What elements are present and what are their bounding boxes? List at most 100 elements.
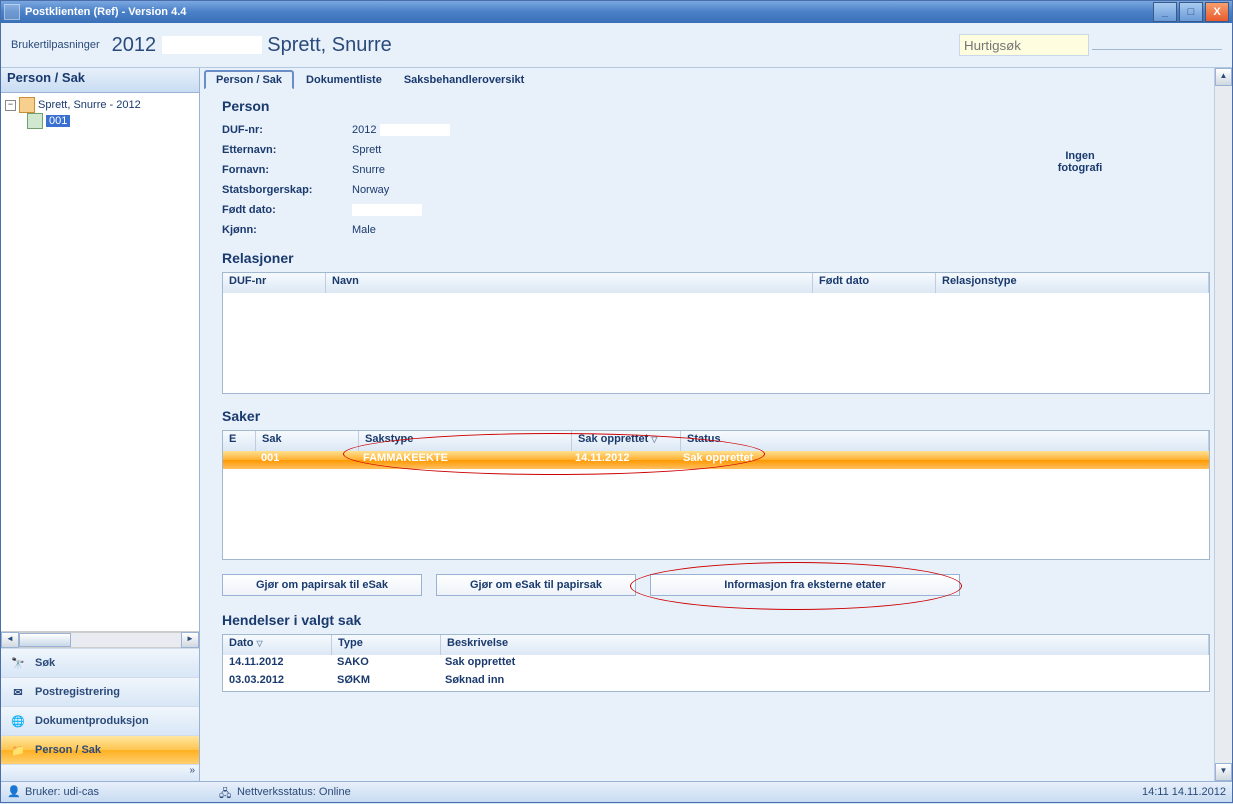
app-icon [4, 4, 20, 20]
sort-desc-icon: ▽ [651, 435, 657, 444]
page-title: 2012 Sprett, Snurre [112, 34, 959, 57]
col-type[interactable]: Type [332, 635, 441, 655]
network-icon: 🖧 [219, 785, 233, 799]
status-user: 👤 Bruker: udi-cas [7, 785, 99, 799]
photo-placeholder: Ingen fotografi [1020, 120, 1140, 240]
cell-sakstype: FAMMAKEEKTE [357, 451, 569, 469]
status-clock: 14:11 14.11.2012 [1142, 786, 1226, 798]
col-beskrivelse[interactable]: Beskrivelse [441, 635, 1209, 655]
cell-sak-opprettet: 14.11.2012 [569, 451, 677, 469]
collapse-icon[interactable]: − [5, 100, 16, 111]
section-title-hendelser: Hendelser i valgt sak [222, 612, 1210, 628]
cell-dato: 14.11.2012 [223, 655, 331, 673]
hendelser-table: Dato▽ Type Beskrivelse 14.11.2012 SAKO S… [222, 634, 1210, 692]
col-e[interactable]: E [223, 431, 256, 451]
scroll-thumb[interactable] [19, 633, 71, 647]
col-sak-opprettet[interactable]: Sak opprettet▽ [572, 431, 681, 451]
col-fodt-dato[interactable]: Født dato [813, 273, 936, 293]
nav-stack: 🔭 Søk ✉ Postregistrering 🌐 Dokumentprodu… [1, 648, 199, 781]
folder-search-icon: 📁 [9, 742, 27, 758]
title-bar[interactable]: Postklienten (Ref) - Version 4.4 _ □ X [1, 1, 1232, 23]
fornavn-label: Fornavn: [222, 160, 352, 180]
tab-person-sak[interactable]: Person / Sak [204, 70, 294, 89]
tab-dokumentliste[interactable]: Dokumentliste [296, 72, 392, 88]
nav-item-label: Dokumentproduksjon [35, 715, 149, 727]
window-title: Postklienten (Ref) - Version 4.4 [25, 6, 186, 18]
nav-item-postregistrering[interactable]: ✉ Postregistrering [1, 677, 199, 706]
tree-child-row[interactable]: 001 [5, 113, 195, 129]
title-year: 2012 [112, 34, 157, 56]
nav-item-dokumentproduksjon[interactable]: 🌐 Dokumentproduksjon [1, 706, 199, 735]
cell-beskrivelse: Søknad inn [439, 673, 1209, 691]
hendelser-row[interactable]: 03.03.2012 SØKM Søknad inn [223, 673, 1209, 691]
fornavn-value: Snurre [352, 160, 450, 180]
maximize-button[interactable]: □ [1179, 2, 1203, 22]
close-button[interactable]: X [1205, 2, 1229, 22]
nav-item-search[interactable]: 🔭 Søk [1, 648, 199, 677]
nav-item-label: Søk [35, 657, 55, 669]
fodt-label: Født dato: [222, 200, 352, 220]
user-settings-link[interactable]: Brukertilpasninger [11, 39, 100, 51]
sidebar: Person / Sak − Sprett, Snurre - 2012 001… [1, 68, 200, 781]
section-title-relasjoner: Relasjoner [222, 250, 1210, 266]
saker-table: E Sak Sakstype Sak opprettet▽ Status 001… [222, 430, 1210, 560]
tree-child-label: 001 [46, 115, 70, 127]
redacted-number [162, 36, 262, 54]
status-network-label: Nettverksstatus: Online [237, 786, 351, 798]
minimize-button[interactable]: _ [1153, 2, 1177, 22]
saker-row-selected[interactable]: 001 FAMMAKEEKTE 14.11.2012 Sak opprettet [223, 451, 1209, 469]
app-window: Postklienten (Ref) - Version 4.4 _ □ X B… [0, 0, 1233, 803]
etternavn-value: Sprett [352, 140, 450, 160]
quick-search-input[interactable] [959, 34, 1089, 56]
hendelser-body: 14.11.2012 SAKO Sak opprettet 03.03.2012… [223, 655, 1209, 691]
saker-body: 001 FAMMAKEEKTE 14.11.2012 Sak opprettet [223, 451, 1209, 559]
relasjoner-body [223, 293, 1209, 393]
saker-header: E Sak Sakstype Sak opprettet▽ Status [223, 431, 1209, 451]
tree-hscrollbar[interactable]: ◄ ► [1, 631, 199, 648]
person-details: DUF-nr: Etternavn: Fornavn: Statsborgers… [222, 120, 1210, 240]
fodt-value [352, 200, 450, 220]
status-bar: 👤 Bruker: udi-cas 🖧 Nettverksstatus: Onl… [1, 781, 1232, 802]
nav-expand-toggle[interactable]: » [1, 764, 199, 781]
convert-to-esak-button[interactable]: Gjør om papirsak til eSak [222, 574, 422, 596]
tree-root-label: Sprett, Snurre - 2012 [38, 99, 141, 111]
section-title-person: Person [222, 98, 1210, 114]
col-relasjonstype[interactable]: Relasjonstype [936, 273, 1209, 293]
col-sakstype[interactable]: Sakstype [359, 431, 572, 451]
convert-to-papirsak-button[interactable]: Gjør om eSak til papirsak [436, 574, 636, 596]
title-person-name: Sprett, Snurre [267, 34, 392, 56]
top-strip: Brukertilpasninger 2012 Sprett, Snurre [1, 23, 1232, 68]
tree-root-row[interactable]: − Sprett, Snurre - 2012 [5, 97, 195, 113]
scroll-down-icon[interactable]: ▼ [1215, 763, 1232, 781]
photo-text-1: Ingen [1020, 150, 1140, 162]
action-buttons: Gjør om papirsak til eSak Gjør om eSak t… [222, 574, 1210, 596]
status-user-label: Bruker: udi-cas [25, 786, 99, 798]
main-vscrollbar[interactable]: ▲ ▼ [1214, 68, 1232, 781]
scroll-left-icon[interactable]: ◄ [1, 632, 19, 648]
body: Person / Sak − Sprett, Snurre - 2012 001… [1, 68, 1232, 781]
hendelser-header: Dato▽ Type Beskrivelse [223, 635, 1209, 655]
col-sak[interactable]: Sak [256, 431, 359, 451]
status-network: 🖧 Nettverksstatus: Online [219, 785, 351, 799]
col-status[interactable]: Status [681, 431, 1209, 451]
tab-saksbehandleroversikt[interactable]: Saksbehandleroversikt [394, 72, 534, 88]
kjonn-value: Male [352, 220, 450, 240]
tab-content: Person DUF-nr: Etternavn: Fornavn: Stats… [200, 88, 1232, 781]
cell-type: SAKO [331, 655, 439, 673]
external-info-button[interactable]: Informasjon fra eksterne etater [650, 574, 960, 596]
nav-item-person-sak[interactable]: 📁 Person / Sak [1, 735, 199, 764]
cell-e [223, 451, 255, 469]
envelope-icon: ✉ [9, 684, 27, 700]
scroll-right-icon[interactable]: ► [181, 632, 199, 648]
col-navn[interactable]: Navn [326, 273, 813, 293]
hendelser-row[interactable]: 14.11.2012 SAKO Sak opprettet [223, 655, 1209, 673]
section-title-saker: Saker [222, 408, 1210, 424]
scroll-up-icon[interactable]: ▲ [1215, 68, 1232, 86]
col-dato[interactable]: Dato▽ [223, 635, 332, 655]
tree-view[interactable]: − Sprett, Snurre - 2012 001 [1, 93, 199, 631]
kjonn-label: Kjønn: [222, 220, 352, 240]
main-panel: Person / Sak Dokumentliste Saksbehandler… [200, 68, 1232, 781]
col-duf[interactable]: DUF-nr [223, 273, 326, 293]
user-icon: 👤 [7, 785, 21, 799]
person-icon [19, 97, 35, 113]
